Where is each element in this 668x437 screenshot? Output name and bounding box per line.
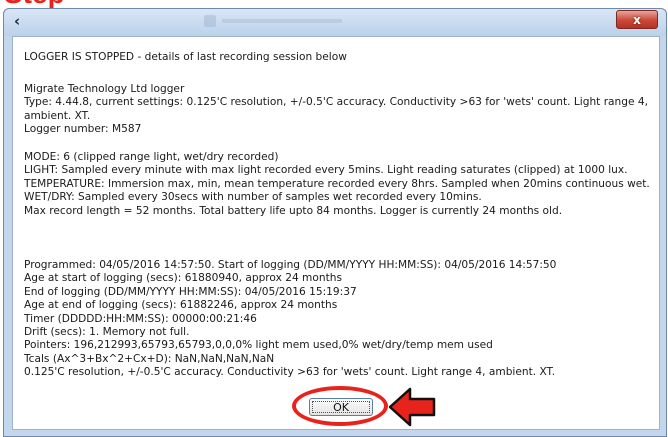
dialog-content: LOGGER IS STOPPED - details of last reco… — [12, 36, 660, 430]
mode-line: MODE: 6 (clipped range light, wet/dry re… — [24, 151, 279, 163]
end-logging-line: End of logging (DD/MM/YYYY HH:MM:SS): 04… — [24, 285, 357, 298]
ok-highlight-ellipse — [292, 386, 388, 426]
title-bar: ‹ x — [4, 9, 666, 36]
close-button[interactable]: x — [616, 10, 658, 29]
session-section: Programmed: 04/05/2016 14:57:50. Start o… — [24, 259, 654, 380]
ghost-bar — [222, 19, 342, 23]
tcals-line: Tcals (Ax^3+Bx^2+Cx+D): NaN,NaN,NaN,NaN — [24, 352, 275, 365]
max-record-line: Max record length = 52 months. Total bat… — [24, 204, 563, 217]
age-start-line: Age at start of logging (secs): 61880940… — [24, 272, 342, 285]
logger-type: Type: 4.44.8, current settings: 0.125'C … — [24, 96, 648, 122]
close-icon: x — [633, 12, 641, 27]
timer-line: Timer (DDDDD:HH:MM:SS): 00000:00:21:46 — [24, 312, 257, 325]
logger-status-dialog: ‹ x LOGGER IS STOPPED - details of last … — [3, 8, 667, 437]
status-line: LOGGER IS STOPPED - details of last reco… — [24, 51, 347, 63]
resolution-line: 0.125'C resolution, +/-0.5'C accuracy. C… — [24, 366, 556, 379]
logger-number: Logger number: M587 — [24, 123, 142, 136]
app-icon: ‹ — [14, 12, 21, 30]
red-arrow-icon — [388, 387, 436, 427]
logger-info-section: Migrate Technology Ltd logger Type: 4.44… — [24, 83, 654, 137]
title-ghost — [204, 13, 354, 29]
wet-dry-line: WET/DRY: Sampled every 30secs with numbe… — [24, 191, 482, 204]
pointers-line: Pointers: 196,212993,65793,65793,0,0,0% … — [24, 339, 493, 352]
status-section: LOGGER IS STOPPED - details of last reco… — [24, 51, 654, 64]
light-line: LIGHT: Sampled every minute with max lig… — [24, 164, 628, 177]
drift-line: Drift (secs): 1. Memory not full. — [24, 326, 190, 339]
temperature-line: TEMPERATURE: Immersion max, min, mean te… — [24, 177, 650, 190]
logger-manufacturer: Migrate Technology Ltd logger — [24, 83, 185, 95]
programmed-line: Programmed: 04/05/2016 14:57:50. Start o… — [24, 259, 557, 271]
mode-section: MODE: 6 (clipped range light, wet/dry re… — [24, 151, 654, 218]
age-end-line: Age at end of logging (secs): 61882246, … — [24, 299, 338, 312]
ghost-icon — [204, 15, 216, 27]
